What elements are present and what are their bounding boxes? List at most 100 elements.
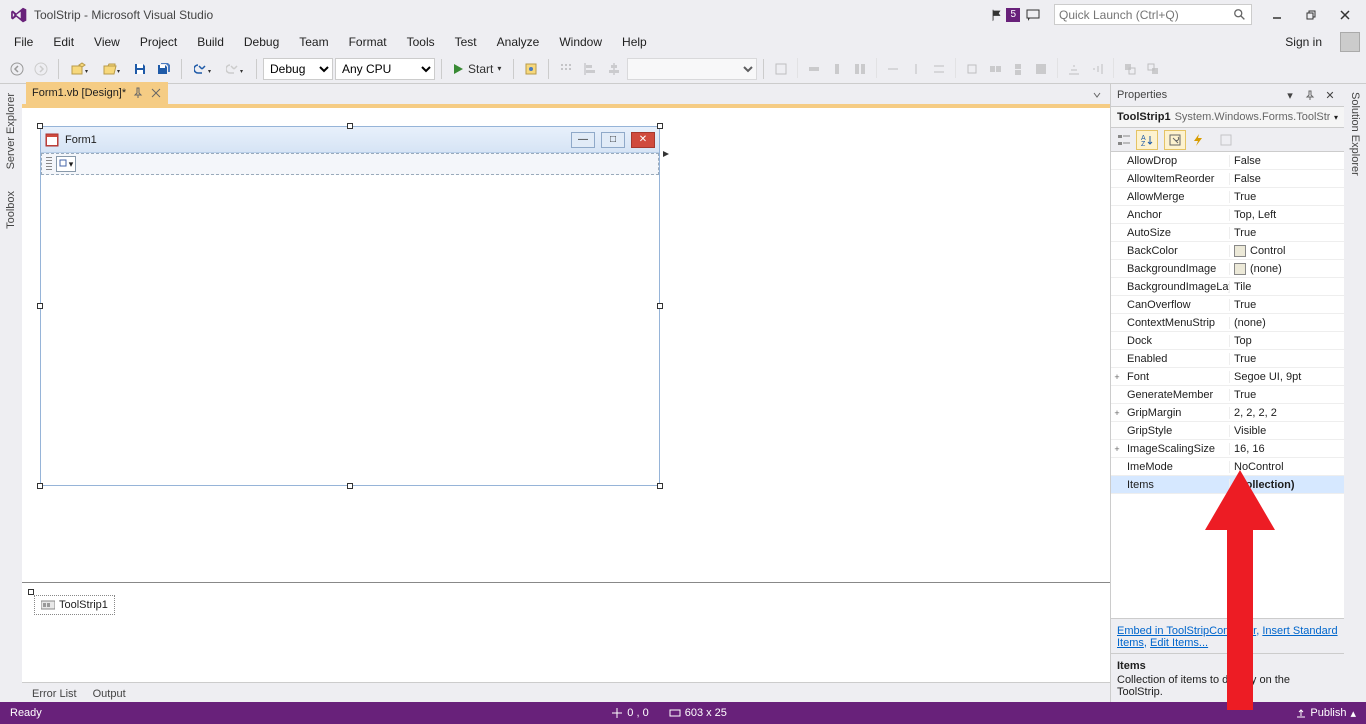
tab-output[interactable]: Output [93,688,126,700]
property-value[interactable]: Tile [1229,281,1344,293]
menu-analyze[interactable]: Analyze [489,32,548,52]
form-designer[interactable]: Form1 — □ ✕ ▾ [40,126,660,486]
property-pages-icon[interactable] [1215,130,1237,150]
smart-tag-icon[interactable] [661,149,671,159]
expand-icon[interactable]: + [1111,372,1123,382]
tab-solution-explorer[interactable]: Solution Explorer [1347,84,1363,184]
align-center-icon[interactable] [603,58,625,80]
menu-format[interactable]: Format [341,32,395,52]
document-tab[interactable]: Form1.vb [Design]* [26,82,168,104]
close-icon[interactable]: ✕ [1322,87,1338,103]
property-value[interactable]: NoControl [1229,461,1344,473]
property-row[interactable]: AutoSizeTrue [1111,224,1344,242]
property-row[interactable]: +GripMargin2, 2, 2, 2 [1111,404,1344,422]
notification-badge[interactable]: 5 [1006,8,1020,22]
undo-button[interactable]: ▾ [188,58,218,80]
property-value[interactable]: True [1229,353,1344,365]
pin-icon[interactable] [1302,87,1318,103]
property-row[interactable]: +ImageScalingSize16, 16 [1111,440,1344,458]
property-value[interactable]: True [1229,191,1344,203]
menu-debug[interactable]: Debug [236,32,287,52]
status-publish[interactable]: Publish ▴ [1296,707,1356,720]
close-icon[interactable] [150,87,162,99]
form-client-area[interactable] [41,175,659,485]
property-value[interactable]: Top, Left [1229,209,1344,221]
minimize-button[interactable] [1260,3,1294,27]
property-value[interactable]: True [1229,299,1344,311]
property-row[interactable]: BackgroundImage(none) [1111,260,1344,278]
property-row[interactable]: CanOverflowTrue [1111,296,1344,314]
platform-dropdown[interactable]: Any CPU [335,58,435,80]
close-button[interactable] [1328,3,1362,27]
doc-dropdown-icon[interactable] [1088,86,1106,104]
menu-project[interactable]: Project [132,32,185,52]
property-value[interactable]: (none) [1229,263,1344,275]
property-grid[interactable]: AllowDropFalseAllowItemReorderFalseAllow… [1111,152,1344,619]
avatar-icon[interactable] [1340,32,1360,52]
property-row[interactable]: ContextMenuStrip(none) [1111,314,1344,332]
config-dropdown[interactable]: Debug [263,58,333,80]
feedback-icon[interactable] [1026,7,1042,23]
property-value[interactable]: False [1229,155,1344,167]
link-edit-items[interactable]: Edit Items... [1150,637,1208,649]
property-value[interactable]: Control [1229,245,1344,257]
property-row[interactable]: +FontSegoe UI, 9pt [1111,368,1344,386]
alphabetical-icon[interactable]: AZ [1136,130,1158,150]
property-value[interactable]: Segoe UI, 9pt [1229,371,1344,383]
property-value[interactable]: Visible [1229,425,1344,437]
properties-icon[interactable] [1164,130,1186,150]
redo-button[interactable]: ▾ [220,58,250,80]
object-selector[interactable]: ToolStrip1 System.Windows.Forms.ToolStri… [1111,106,1344,128]
property-value[interactable]: (Collection) [1229,479,1344,491]
property-value[interactable]: False [1229,173,1344,185]
tray-toolstrip1[interactable]: ToolStrip1 [34,595,115,615]
align-left-icon[interactable] [579,58,601,80]
menu-team[interactable]: Team [291,32,336,52]
design-surface[interactable]: Form1 — □ ✕ ▾ [22,108,1110,582]
property-row[interactable]: Items(Collection) [1111,476,1344,494]
tab-error-list[interactable]: Error List [32,688,77,700]
layout-target-dropdown[interactable] [627,58,757,80]
menu-tools[interactable]: Tools [399,32,443,52]
property-row[interactable]: AnchorTop, Left [1111,206,1344,224]
property-value[interactable]: Top [1229,335,1344,347]
menu-view[interactable]: View [86,32,128,52]
toolstrip-add-dropdown[interactable]: ▾ [56,156,76,172]
start-button[interactable]: Start ▾ [448,58,507,80]
menu-build[interactable]: Build [189,32,232,52]
property-row[interactable]: ImeModeNoControl [1111,458,1344,476]
property-row[interactable]: AllowItemReorderFalse [1111,170,1344,188]
nav-back-button[interactable] [6,58,28,80]
property-row[interactable]: AllowDropFalse [1111,152,1344,170]
nav-forward-button[interactable] [30,58,52,80]
property-value[interactable]: 16, 16 [1229,443,1344,455]
pin-icon[interactable] [132,87,144,99]
tab-toolbox[interactable]: Toolbox [2,182,20,238]
categorized-icon[interactable] [1113,130,1135,150]
quick-launch[interactable] [1054,4,1252,25]
sign-in-link[interactable]: Sign in [1277,32,1330,52]
menu-edit[interactable]: Edit [45,32,82,52]
align-grid-icon[interactable] [555,58,577,80]
property-row[interactable]: GripStyleVisible [1111,422,1344,440]
expand-icon[interactable]: + [1111,444,1123,454]
property-value[interactable]: 2, 2, 2, 2 [1229,407,1344,419]
restore-button[interactable] [1294,3,1328,27]
menu-window[interactable]: Window [551,32,610,52]
property-row[interactable]: DockTop [1111,332,1344,350]
tab-server-explorer[interactable]: Server Explorer [2,84,20,178]
open-file-button[interactable]: ▾ [97,58,127,80]
property-row[interactable]: AllowMergeTrue [1111,188,1344,206]
property-row[interactable]: EnabledTrue [1111,350,1344,368]
property-row[interactable]: BackColorControl [1111,242,1344,260]
property-row[interactable]: GenerateMemberTrue [1111,386,1344,404]
menu-file[interactable]: File [6,32,41,52]
quick-launch-input[interactable] [1059,8,1233,22]
new-project-button[interactable]: ▾ [65,58,95,80]
property-value[interactable]: (none) [1229,317,1344,329]
expand-icon[interactable]: + [1111,408,1123,418]
save-button[interactable] [129,58,151,80]
events-icon[interactable] [1187,130,1209,150]
menu-help[interactable]: Help [614,32,655,52]
property-row[interactable]: BackgroundImageLayoutTile [1111,278,1344,296]
